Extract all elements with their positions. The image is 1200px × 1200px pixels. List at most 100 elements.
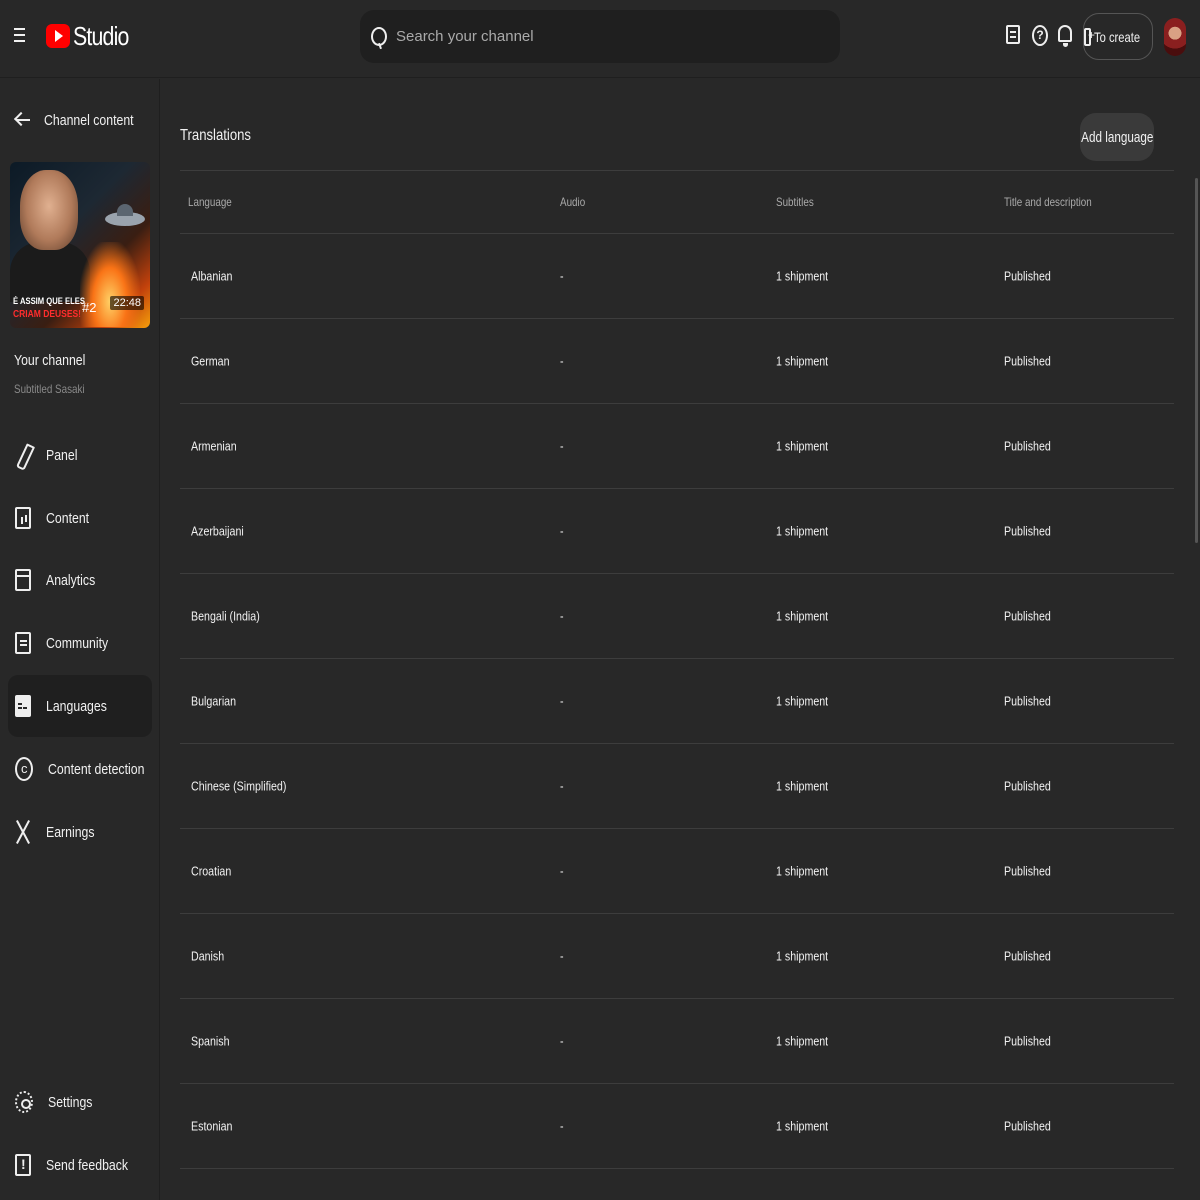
title-description-cell[interactable]: Published xyxy=(1004,949,1051,964)
sidebar-item-languages[interactable]: Languages xyxy=(8,675,152,737)
community-icon xyxy=(15,632,31,654)
column-header-title-description[interactable]: Title and description xyxy=(1004,195,1092,209)
title-description-cell[interactable]: Published xyxy=(1004,864,1051,879)
audio-cell[interactable]: - xyxy=(560,609,564,624)
copyright-icon xyxy=(15,757,33,781)
create-video-icon xyxy=(1084,27,1096,46)
language-cell: Armenian xyxy=(191,438,237,454)
table-row[interactable]: Bengali (India) - 1 shipment Published xyxy=(180,574,1174,659)
subtitles-icon[interactable] xyxy=(1003,22,1025,50)
thumbnail-ufo xyxy=(105,204,145,226)
language-cell: German xyxy=(191,353,230,369)
search-bar[interactable] xyxy=(360,10,840,63)
table-row[interactable]: Estonian - 1 shipment Published xyxy=(180,1084,1174,1169)
column-header-language[interactable]: Language xyxy=(188,195,232,209)
subtitles-cell[interactable]: 1 shipment xyxy=(776,864,828,879)
table-row[interactable]: Albanian - 1 shipment Published xyxy=(180,234,1174,319)
audio-cell[interactable]: - xyxy=(560,269,564,284)
column-header-audio[interactable]: Audio xyxy=(560,195,585,209)
subtitles-cell[interactable]: 1 shipment xyxy=(776,439,828,454)
avatar[interactable] xyxy=(1164,18,1186,56)
sidebar-item-label: Settings xyxy=(48,1093,93,1111)
audio-cell[interactable]: - xyxy=(560,779,564,794)
subtitles-cell[interactable]: 1 shipment xyxy=(776,779,828,794)
subtitles-cell[interactable]: 1 shipment xyxy=(776,609,828,624)
table-header: Language Audio Subtitles Title and descr… xyxy=(180,171,1174,234)
table-row[interactable]: Bulgarian - 1 shipment Published xyxy=(180,659,1174,744)
sidebar-item-settings[interactable]: Settings xyxy=(8,1071,152,1133)
table-row[interactable]: Azerbaijani - 1 shipment Published xyxy=(180,489,1174,574)
sidebar-item-analytics[interactable]: Analytics xyxy=(8,549,152,611)
sidebar-item-community[interactable]: Community xyxy=(8,612,152,674)
title-description-cell[interactable]: Published xyxy=(1004,439,1051,454)
audio-cell[interactable]: - xyxy=(560,949,564,964)
table-row[interactable]: Armenian - 1 shipment Published xyxy=(180,404,1174,489)
sidebar-item-panel[interactable]: Panel xyxy=(8,424,152,486)
scissors-icon xyxy=(15,821,31,843)
sidebar-item-send-feedback[interactable]: Send feedback xyxy=(8,1134,152,1196)
title-description-cell[interactable]: Published xyxy=(1004,1034,1051,1049)
scrollbar[interactable] xyxy=(1195,178,1198,543)
language-cell: Estonian xyxy=(191,1118,233,1134)
help-icon[interactable]: ? xyxy=(1029,22,1051,50)
language-cell: Spanish xyxy=(191,1033,230,1049)
language-cell: Bulgarian xyxy=(191,693,237,709)
subtitles-cell[interactable]: 1 shipment xyxy=(776,949,828,964)
sidebar-item-label: Community xyxy=(46,634,109,652)
sidebar-item-label: Content detection xyxy=(48,760,145,778)
menu-icon[interactable] xyxy=(14,24,34,48)
sidebar-item-content-detection[interactable]: Content detection xyxy=(8,738,152,800)
video-thumbnail[interactable]: É ASSIM QUE ELES CRIAM DEUSES! #2 22:48 xyxy=(10,162,150,328)
title-description-cell[interactable]: Published xyxy=(1004,524,1051,539)
title-description-cell[interactable]: Published xyxy=(1004,1119,1051,1134)
table-row[interactable]: Spanish - 1 shipment Published xyxy=(180,999,1174,1084)
table-row[interactable]: Danish - 1 shipment Published xyxy=(180,914,1174,999)
title-description-cell[interactable]: Published xyxy=(1004,609,1051,624)
subtitles-cell[interactable]: 1 shipment xyxy=(776,694,828,709)
search-input[interactable] xyxy=(396,28,840,45)
audio-cell[interactable]: - xyxy=(560,864,564,879)
pencil-icon xyxy=(15,444,31,466)
subtitles-cell[interactable]: 1 shipment xyxy=(776,269,828,284)
thumbnail-caption-1: É ASSIM QUE ELES xyxy=(13,296,85,306)
studio-logo[interactable]: Studio xyxy=(46,16,141,56)
title-description-cell[interactable]: Published xyxy=(1004,354,1051,369)
language-cell: Danish xyxy=(191,948,225,964)
main-content: Translations Add language Language Audio… xyxy=(160,79,1200,1200)
language-cell: Bengali (India) xyxy=(191,608,260,624)
back-to-channel-content[interactable]: Channel content xyxy=(0,100,160,140)
translations-table: Language Audio Subtitles Title and descr… xyxy=(180,170,1174,1169)
search-icon[interactable] xyxy=(370,26,388,48)
subtitles-cell[interactable]: 1 shipment xyxy=(776,1119,828,1134)
table-row[interactable]: Chinese (Simplified) - 1 shipment Publis… xyxy=(180,744,1174,829)
back-label: Channel content xyxy=(44,111,134,129)
sidebar-item-label: Earnings xyxy=(46,823,95,841)
audio-cell[interactable]: - xyxy=(560,1034,564,1049)
audio-cell[interactable]: - xyxy=(560,524,564,539)
title-description-cell[interactable]: Published xyxy=(1004,779,1051,794)
sidebar-item-content[interactable]: Content xyxy=(8,487,152,549)
audio-cell[interactable]: - xyxy=(560,1119,564,1134)
language-cell: Chinese (Simplified) xyxy=(191,778,287,794)
audio-cell[interactable]: - xyxy=(560,354,564,369)
subtitles-cell[interactable]: 1 shipment xyxy=(776,1034,828,1049)
sidebar-item-earnings[interactable]: Earnings xyxy=(8,801,152,863)
add-language-label: Add language xyxy=(1080,128,1154,146)
bell-icon[interactable] xyxy=(1054,22,1076,50)
create-button[interactable]: To create xyxy=(1083,13,1153,60)
table-row[interactable]: German - 1 shipment Published xyxy=(180,319,1174,404)
title-description-cell[interactable]: Published xyxy=(1004,694,1051,709)
subtitles-cell[interactable]: 1 shipment xyxy=(776,524,828,539)
audio-cell[interactable]: - xyxy=(560,694,564,709)
title-description-cell[interactable]: Published xyxy=(1004,269,1051,284)
youtube-play-icon xyxy=(46,24,70,48)
language-cell: Azerbaijani xyxy=(191,523,244,539)
add-language-button[interactable]: Add language xyxy=(1080,113,1154,161)
subtitles-cell[interactable]: 1 shipment xyxy=(776,354,828,369)
feedback-icon xyxy=(15,1154,31,1176)
column-header-subtitles[interactable]: Subtitles xyxy=(776,195,814,209)
sidebar-item-label: Content xyxy=(46,509,90,527)
languages-icon xyxy=(15,695,31,717)
audio-cell[interactable]: - xyxy=(560,439,564,454)
table-row[interactable]: Croatian - 1 shipment Published xyxy=(180,829,1174,914)
